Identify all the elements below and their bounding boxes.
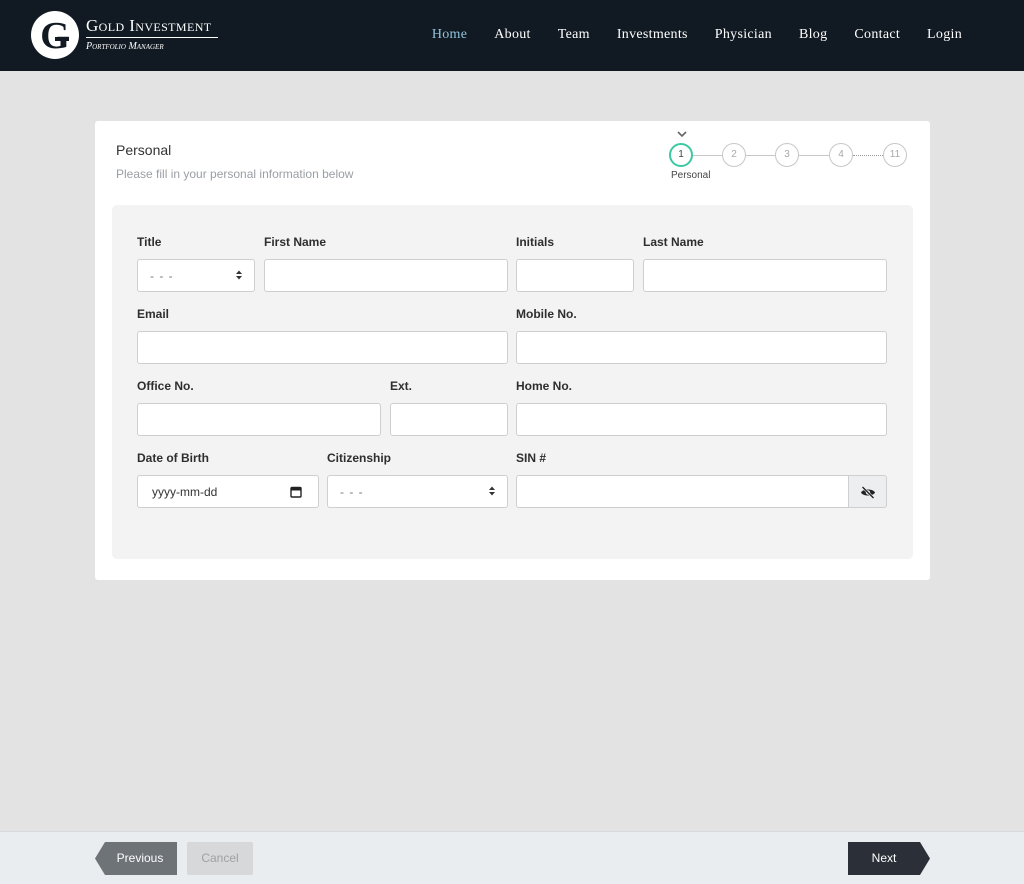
cancel-button[interactable]: Cancel — [187, 842, 253, 875]
step-connector — [746, 155, 775, 156]
nav-about[interactable]: About — [494, 27, 531, 43]
first-name-input[interactable] — [264, 259, 508, 292]
email-input[interactable] — [137, 331, 508, 364]
nav-team[interactable]: Team — [558, 27, 590, 43]
nav-investments[interactable]: Investments — [617, 27, 688, 43]
title-select-value: - - - — [150, 269, 174, 283]
brand-title: Gold Investment — [86, 16, 212, 35]
eye-slash-icon — [861, 486, 875, 499]
form-title: Personal — [116, 142, 172, 158]
initials-label: Initials — [516, 235, 555, 249]
sin-label: SIN # — [516, 451, 547, 465]
nav-physician[interactable]: Physician — [715, 27, 772, 43]
dob-input[interactable]: yyyy-mm-dd — [137, 475, 319, 508]
home-input[interactable] — [516, 403, 887, 436]
step-11[interactable]: 11 — [883, 143, 907, 167]
step-connector-dotted — [853, 155, 883, 156]
office-input[interactable] — [137, 403, 381, 436]
toggle-sin-visibility-button[interactable] — [848, 475, 887, 508]
step-2[interactable]: 2 — [722, 143, 746, 167]
select-caret-icon — [489, 486, 495, 496]
nav-home[interactable]: Home — [432, 27, 467, 43]
step-connector — [799, 155, 829, 156]
form-fields-panel: Title - - - First Name Initials Last Nam… — [112, 205, 913, 559]
previous-button[interactable]: Previous — [95, 842, 177, 875]
initials-input[interactable] — [516, 259, 634, 292]
brand-subtitle: Portfolio Manager — [86, 41, 164, 52]
sin-input[interactable] — [516, 475, 849, 508]
svg-text:G: G — [40, 15, 70, 57]
mobile-label: Mobile No. — [516, 307, 577, 321]
select-caret-icon — [236, 270, 242, 280]
email-label: Email — [137, 307, 170, 321]
current-step-label: Personal — [671, 170, 711, 181]
site-header: G Gold Investment Portfolio Manager Home… — [0, 0, 1024, 71]
title-select[interactable]: - - - — [137, 259, 255, 292]
gold-logo-icon: G — [31, 11, 79, 59]
nav-blog[interactable]: Blog — [799, 27, 827, 43]
step-3[interactable]: 3 — [775, 143, 799, 167]
citizenship-label: Citizenship — [327, 451, 392, 465]
step-4[interactable]: 4 — [829, 143, 853, 167]
nav-contact[interactable]: Contact — [854, 27, 900, 43]
form-subtitle: Please fill in your personal information… — [116, 167, 354, 181]
dob-placeholder: yyyy-mm-dd — [152, 485, 218, 499]
calendar-icon[interactable] — [290, 486, 302, 498]
title-label: Title — [137, 235, 162, 249]
first-name-label: First Name — [264, 235, 327, 249]
citizenship-select[interactable]: - - - — [327, 475, 508, 508]
chevron-down-icon — [677, 131, 687, 138]
dob-label: Date of Birth — [137, 451, 209, 465]
last-name-input[interactable] — [643, 259, 887, 292]
progress-stepper: 1 2 3 4 11 Personal — [668, 131, 913, 187]
brand-divider — [86, 37, 218, 38]
brand-logo[interactable]: G Gold Investment Portfolio Manager — [30, 10, 230, 62]
home-label: Home No. — [516, 379, 573, 393]
last-name-label: Last Name — [643, 235, 704, 249]
citizenship-select-value: - - - — [340, 485, 364, 499]
next-button[interactable]: Next — [848, 842, 930, 875]
nav-login[interactable]: Login — [927, 27, 962, 43]
office-label: Office No. — [137, 379, 194, 393]
ext-input[interactable] — [390, 403, 508, 436]
main-nav: Home About Team Investments Physician Bl… — [432, 27, 962, 43]
mobile-input[interactable] — [516, 331, 887, 364]
ext-label: Ext. — [390, 379, 413, 393]
personal-form-card: Personal Please fill in your personal in… — [95, 121, 930, 580]
step-connector — [693, 155, 722, 156]
step-1[interactable]: 1 — [669, 143, 693, 167]
